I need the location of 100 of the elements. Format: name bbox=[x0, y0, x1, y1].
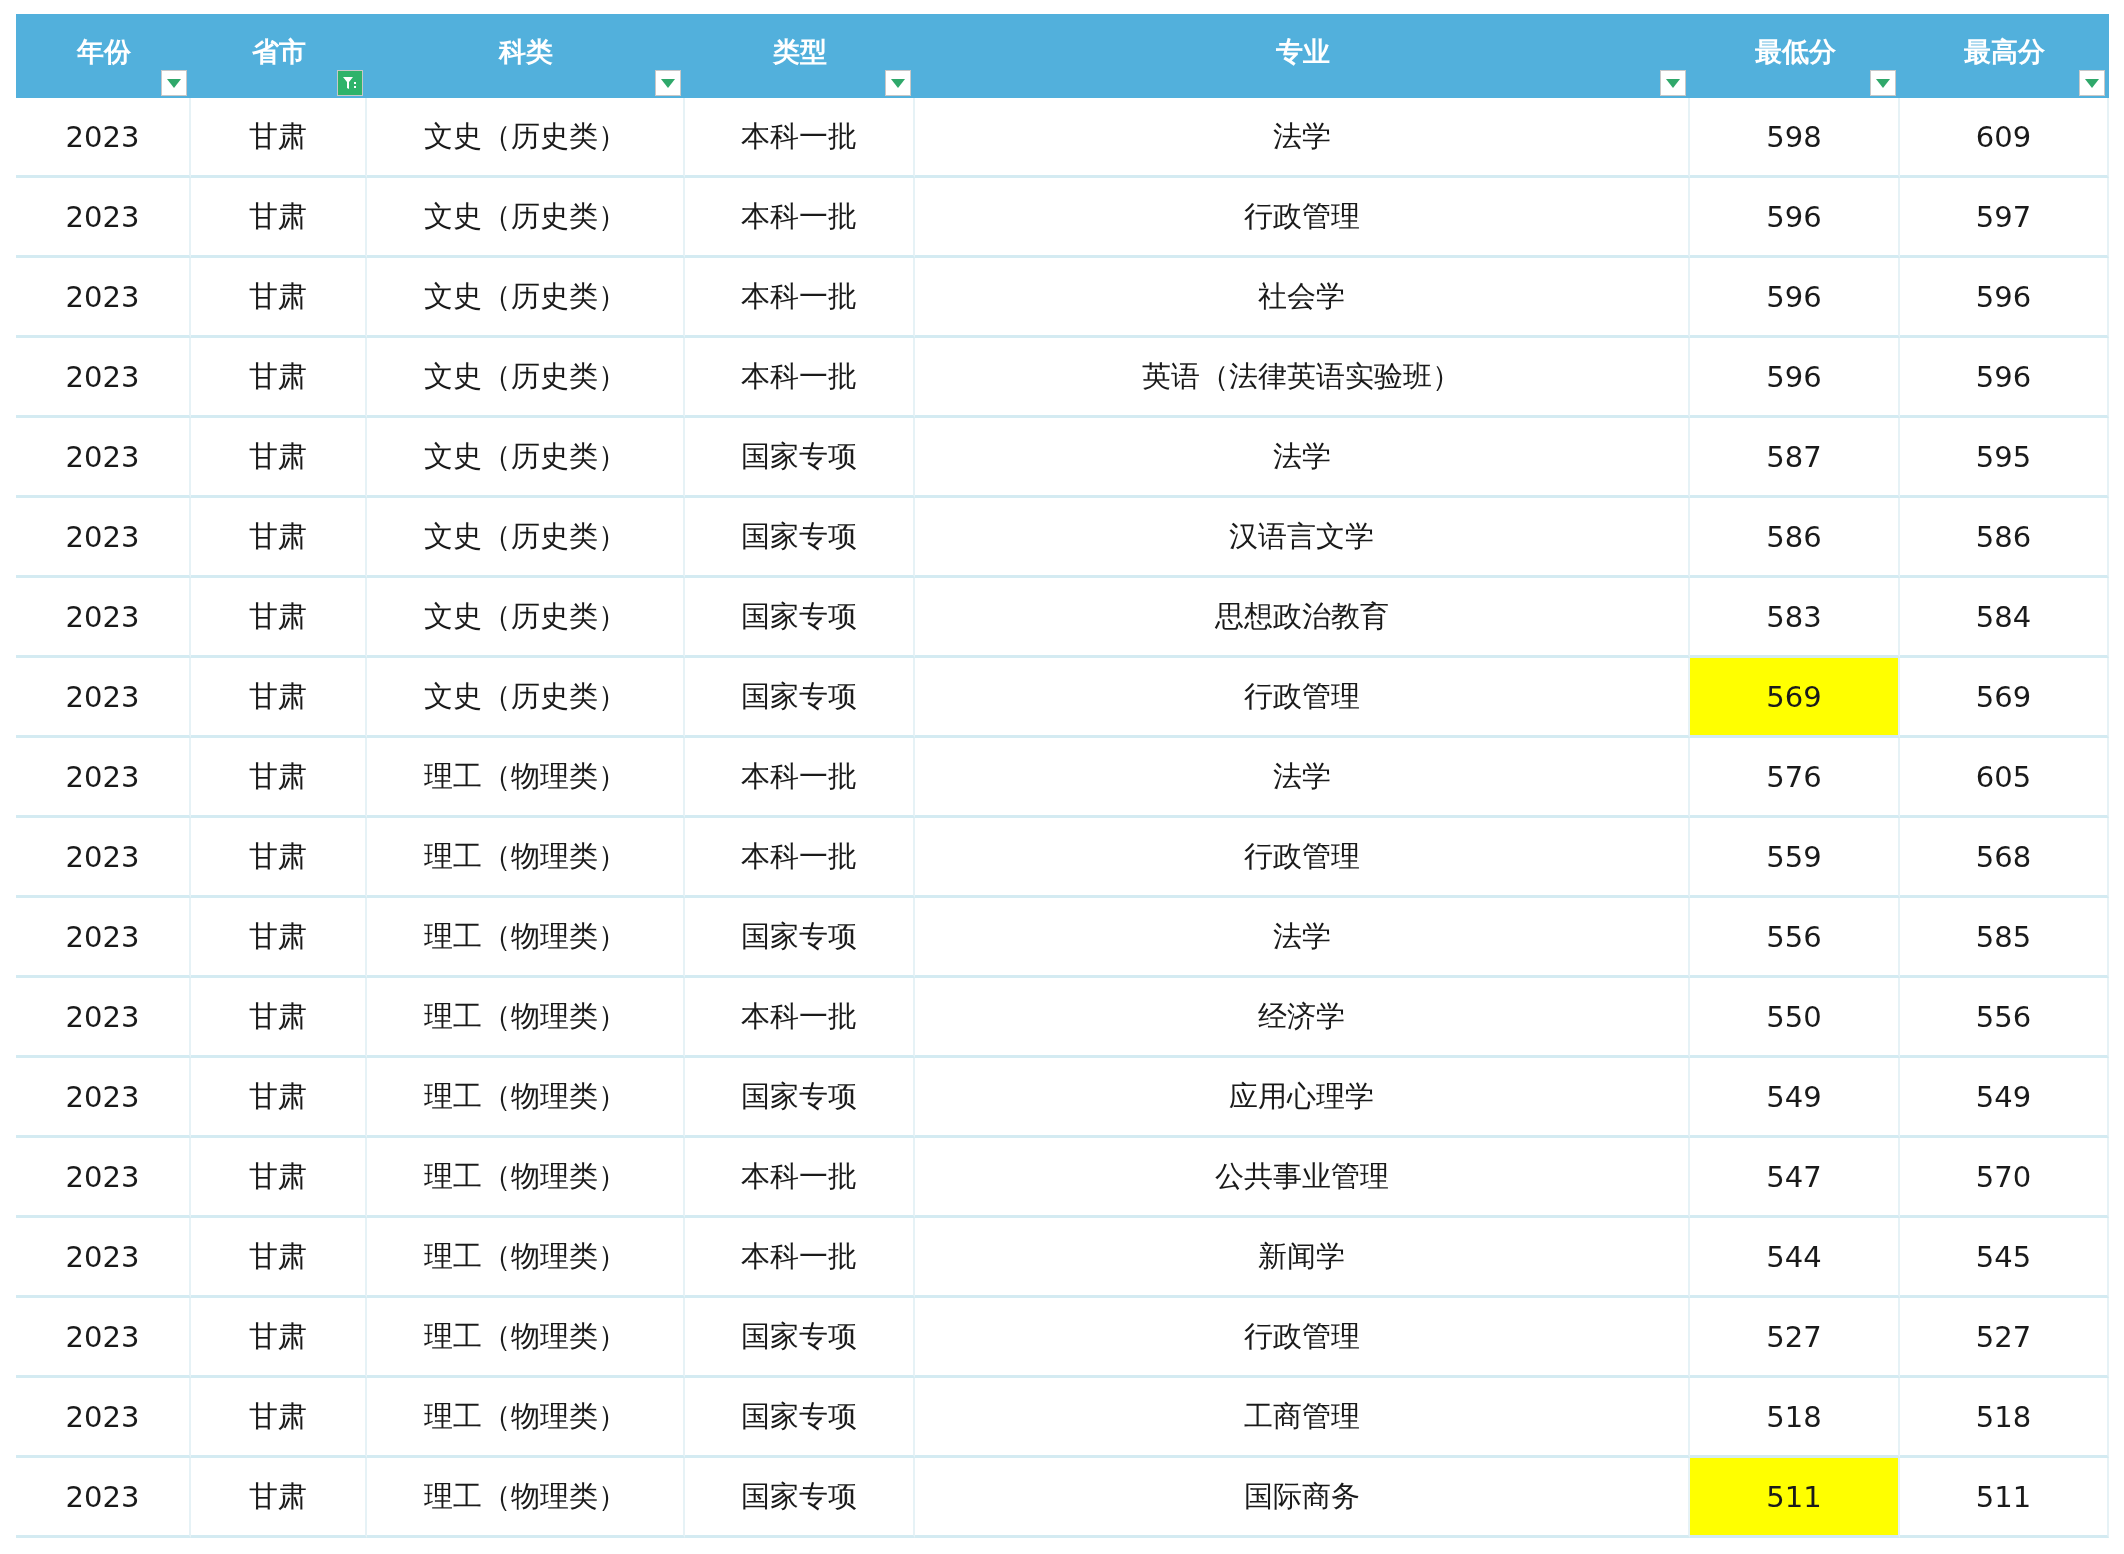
table-cell: 2023 bbox=[16, 818, 191, 898]
table-cell: 甘肃 bbox=[191, 1138, 367, 1218]
table-cell: 569 bbox=[1900, 658, 2109, 738]
table-cell: 国家专项 bbox=[685, 498, 915, 578]
table-cell: 国际商务 bbox=[915, 1458, 1690, 1538]
table-cell: 英语（法律英语实验班） bbox=[915, 338, 1690, 418]
table-cell: 理工（物理类） bbox=[367, 978, 685, 1058]
table-cell: 甘肃 bbox=[191, 498, 367, 578]
filter-button[interactable] bbox=[885, 70, 911, 96]
table-cell: 586 bbox=[1690, 498, 1900, 578]
table-cell: 甘肃 bbox=[191, 738, 367, 818]
table-cell: 2023 bbox=[16, 498, 191, 578]
table-cell: 甘肃 bbox=[191, 338, 367, 418]
table-cell: 596 bbox=[1900, 338, 2109, 418]
dropdown-triangle-icon bbox=[891, 78, 905, 88]
table-cell: 2023 bbox=[16, 1218, 191, 1298]
filter-button[interactable] bbox=[337, 70, 363, 96]
table-cell: 行政管理 bbox=[915, 818, 1690, 898]
table-cell: 甘肃 bbox=[191, 1458, 367, 1538]
filter-button[interactable] bbox=[2079, 70, 2105, 96]
table-cell: 甘肃 bbox=[191, 578, 367, 658]
table-cell: 527 bbox=[1900, 1298, 2109, 1378]
table-cell: 文史（历史类） bbox=[367, 98, 685, 178]
table-cell: 甘肃 bbox=[191, 1298, 367, 1378]
table-cell: 甘肃 bbox=[191, 898, 367, 978]
table-cell: 2023 bbox=[16, 178, 191, 258]
column-header-label: 科类 bbox=[499, 35, 553, 69]
table-cell: 545 bbox=[1900, 1218, 2109, 1298]
table-cell: 甘肃 bbox=[191, 1058, 367, 1138]
table-cell: 甘肃 bbox=[191, 818, 367, 898]
table-cell: 汉语言文学 bbox=[915, 498, 1690, 578]
table-cell: 文史（历史类） bbox=[367, 338, 685, 418]
table-cell: 559 bbox=[1690, 818, 1900, 898]
table-cell: 597 bbox=[1900, 178, 2109, 258]
table-cell: 本科一批 bbox=[685, 98, 915, 178]
table-cell: 2023 bbox=[16, 578, 191, 658]
table-cell: 甘肃 bbox=[191, 1218, 367, 1298]
table-cell: 新闻学 bbox=[915, 1218, 1690, 1298]
table-cell: 596 bbox=[1900, 258, 2109, 338]
table-cell: 568 bbox=[1900, 818, 2109, 898]
table-cell: 法学 bbox=[915, 418, 1690, 498]
table-cell: 2023 bbox=[16, 1458, 191, 1538]
table-cell: 甘肃 bbox=[191, 978, 367, 1058]
table-cell: 国家专项 bbox=[685, 1058, 915, 1138]
table-cell: 550 bbox=[1690, 978, 1900, 1058]
table-cell: 理工（物理类） bbox=[367, 1298, 685, 1378]
table-cell: 518 bbox=[1690, 1378, 1900, 1458]
filter-button[interactable] bbox=[161, 70, 187, 96]
table-cell: 609 bbox=[1900, 98, 2109, 178]
table-cell: 2023 bbox=[16, 98, 191, 178]
table-cell: 584 bbox=[1900, 578, 2109, 658]
funnel-icon bbox=[341, 74, 359, 92]
table-cell: 行政管理 bbox=[915, 1298, 1690, 1378]
table-cell: 585 bbox=[1900, 898, 2109, 978]
table-cell: 本科一批 bbox=[685, 1138, 915, 1218]
table-cell: 公共事业管理 bbox=[915, 1138, 1690, 1218]
table-cell: 应用心理学 bbox=[915, 1058, 1690, 1138]
table-cell: 2023 bbox=[16, 418, 191, 498]
table-cell: 549 bbox=[1690, 1058, 1900, 1138]
table-cell: 文史（历史类） bbox=[367, 498, 685, 578]
dropdown-triangle-icon bbox=[661, 78, 675, 88]
table-cell: 598 bbox=[1690, 98, 1900, 178]
dropdown-triangle-icon bbox=[1876, 78, 1890, 88]
table-cell: 596 bbox=[1690, 338, 1900, 418]
table-cell: 2023 bbox=[16, 738, 191, 818]
table-cell: 行政管理 bbox=[915, 178, 1690, 258]
table-cell: 527 bbox=[1690, 1298, 1900, 1378]
column-header-label: 类型 bbox=[773, 35, 827, 69]
table-cell: 本科一批 bbox=[685, 178, 915, 258]
table-cell: 文史（历史类） bbox=[367, 658, 685, 738]
column-header-label: 专业 bbox=[1275, 35, 1330, 69]
table-cell: 569 bbox=[1690, 658, 1900, 738]
table-cell: 甘肃 bbox=[191, 178, 367, 258]
table-cell: 本科一批 bbox=[685, 818, 915, 898]
table-cell: 理工（物理类） bbox=[367, 1378, 685, 1458]
table-cell: 本科一批 bbox=[685, 978, 915, 1058]
column-header-label: 年份 bbox=[76, 35, 131, 69]
table-cell: 587 bbox=[1690, 418, 1900, 498]
table-cell: 595 bbox=[1900, 418, 2109, 498]
table-cell: 国家专项 bbox=[685, 898, 915, 978]
dropdown-triangle-icon bbox=[1666, 78, 1680, 88]
table-cell: 518 bbox=[1900, 1378, 2109, 1458]
column-header-label: 最低分 bbox=[1754, 35, 1836, 69]
table-cell: 思想政治教育 bbox=[915, 578, 1690, 658]
filter-button[interactable] bbox=[1660, 70, 1686, 96]
table-cell: 511 bbox=[1690, 1458, 1900, 1538]
table-cell: 理工（物理类） bbox=[367, 818, 685, 898]
table-cell: 文史（历史类） bbox=[367, 418, 685, 498]
table-cell: 国家专项 bbox=[685, 1458, 915, 1538]
table-cell: 文史（历史类） bbox=[367, 258, 685, 338]
table-cell: 本科一批 bbox=[685, 1218, 915, 1298]
table-cell: 605 bbox=[1900, 738, 2109, 818]
table-cell: 国家专项 bbox=[685, 1378, 915, 1458]
filter-button[interactable] bbox=[1870, 70, 1896, 96]
table-cell: 法学 bbox=[915, 898, 1690, 978]
table-cell: 甘肃 bbox=[191, 418, 367, 498]
table-cell: 法学 bbox=[915, 98, 1690, 178]
table-cell: 国家专项 bbox=[685, 658, 915, 738]
table-cell: 596 bbox=[1690, 178, 1900, 258]
filter-button[interactable] bbox=[655, 70, 681, 96]
